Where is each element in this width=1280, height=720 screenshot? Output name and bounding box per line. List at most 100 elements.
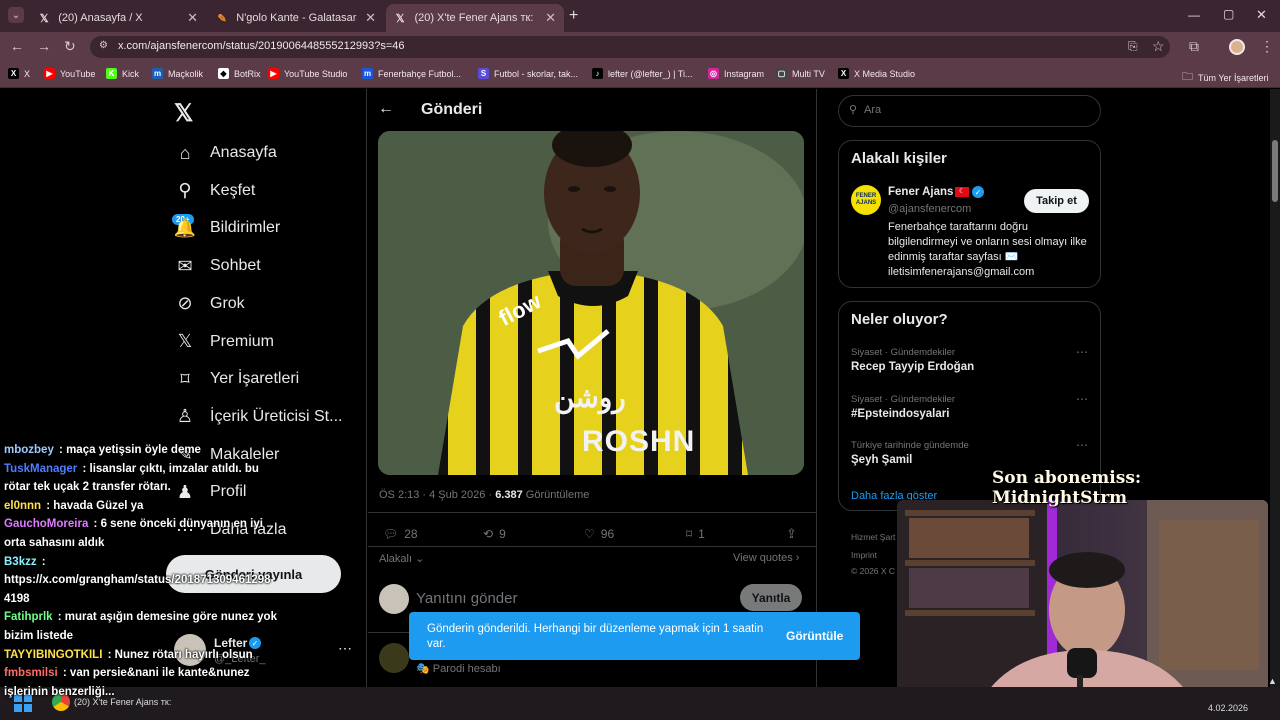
chat-text: van persie&nani ile kante&nunez xyxy=(69,667,250,680)
bookmark-item[interactable]: m Fenerbahçe Futbol... xyxy=(362,68,461,79)
maximize-icon[interactable]: ▢ xyxy=(1223,7,1234,21)
trend-item[interactable]: Şeyh Şamil xyxy=(851,454,912,466)
bookmark-item[interactable]: ♪ lefter (@lefter_) | Ti... xyxy=(592,68,693,79)
bookmark-item[interactable]: XX xyxy=(8,68,30,79)
bookmark-icon: S xyxy=(478,68,489,79)
scrollbar-thumb[interactable] xyxy=(1272,140,1278,202)
forward-icon[interactable]: → xyxy=(37,38,51,54)
bookmark-item[interactable]: ◎ Instagram xyxy=(708,68,764,79)
toast-text: Gönderin gönderildi. Herhangi bir düzenl… xyxy=(427,623,764,650)
chat-username: Fatihprlk xyxy=(4,611,53,624)
nav-item-6[interactable]: ⌑ Yer İşaretleri xyxy=(174,368,299,390)
tab-anasayfa[interactable]: 𝕏 (20) Anasayfa / X ✕ xyxy=(30,4,206,32)
reply-input[interactable]: Yanıtını gönder xyxy=(416,590,517,607)
trend-more-icon[interactable]: ⋯ xyxy=(1076,438,1088,452)
trend-more-icon[interactable]: ⋯ xyxy=(1076,345,1088,359)
bookmark-item[interactable]: S Futbol - skorlar, tak... xyxy=(478,68,578,79)
bookmark-icon: ◆ xyxy=(218,68,229,79)
site-info-icon[interactable]: ⚙ xyxy=(99,40,108,51)
reply-avatar xyxy=(379,584,409,614)
reply-button[interactable]: Yanıtla xyxy=(740,584,802,611)
nav-item-1[interactable]: ⚲ Keşfet xyxy=(174,180,255,202)
view-quotes-link[interactable]: View quotes › xyxy=(733,552,799,564)
footer-copyright: © 2026 X C xyxy=(851,566,896,576)
bookmark-icon: ▶ xyxy=(44,68,55,79)
bell-icon: 🔔 xyxy=(173,217,197,238)
nav-item-0[interactable]: ⌂ Anasayfa xyxy=(174,142,277,164)
bookmark-item[interactable]: ▶ YouTube Studio xyxy=(268,68,347,79)
chat-text: 4198 xyxy=(4,592,30,605)
back-arrow-icon[interactable]: ← xyxy=(378,100,394,118)
like-action[interactable]: ♡ 96 xyxy=(584,527,614,541)
nav-item-3[interactable]: ✉ Sohbet xyxy=(174,255,260,277)
bookmark-star-icon[interactable]: ☆ xyxy=(1152,38,1165,55)
chat-separator: : xyxy=(43,499,54,512)
taskbar-tray-icon[interactable]: ▲ xyxy=(1268,676,1277,686)
nav-item-7[interactable]: ♙ İçerik Üreticisi St... xyxy=(174,406,343,428)
repost-action[interactable]: ⟲ 9 xyxy=(483,527,506,541)
install-app-icon[interactable]: ⎘ xyxy=(1128,39,1138,54)
profile-icon: ♟ xyxy=(176,481,194,502)
close-tab-icon[interactable]: ✕ xyxy=(545,10,556,26)
close-tab-icon[interactable]: ✕ xyxy=(365,10,376,26)
follow-button[interactable]: Takip et xyxy=(1024,189,1089,213)
tab-fener-ajans[interactable]: 𝕏 (20) X'te Fener Ajans тк: "Ertan ✕ xyxy=(386,4,564,32)
chat-separator: : xyxy=(79,462,90,475)
sort-dropdown[interactable]: Alakalı ⌄ xyxy=(379,552,424,565)
all-bookmarks[interactable]: 🗀 Tüm Yer İşaretleri xyxy=(1182,68,1269,87)
fener-ajans-avatar[interactable]: FENER AJANS xyxy=(851,185,881,215)
bookmark-icon: ♪ xyxy=(592,68,603,79)
new-tab-button[interactable]: + xyxy=(569,7,578,25)
tab-search-icon[interactable]: ⌄ xyxy=(8,7,24,23)
divider xyxy=(368,546,816,547)
bookmark-icon: ▶ xyxy=(268,68,279,79)
chat-username: TAYYIBINGOTKILI xyxy=(4,648,103,661)
bookmark-action[interactable]: ⌑ 1 xyxy=(686,527,705,541)
account-more-icon[interactable]: ⋯ xyxy=(338,640,352,657)
turkey-flag-icon: ☾ xyxy=(955,187,969,197)
trend-item[interactable]: #Epsteindosyalari xyxy=(851,408,949,420)
chat-message: mbozbey : maça yetişsin öyle deme xyxy=(4,441,201,459)
footer-imprint[interactable]: Imprint xyxy=(851,550,877,560)
footer-terms[interactable]: Hizmet Şart xyxy=(851,532,895,542)
close-tab-icon[interactable]: ✕ xyxy=(187,10,198,26)
nav-item-label: Profil xyxy=(210,483,247,501)
nav-item-4[interactable]: ⊘ Grok xyxy=(174,293,244,315)
close-window-icon[interactable]: ✕ xyxy=(1256,7,1267,23)
toast-view-button[interactable]: Görüntüle xyxy=(786,629,843,643)
bookmark-label: Instagram xyxy=(724,68,765,79)
bookmark-icon: ⌑ xyxy=(686,527,693,541)
chat-username: mbozbey xyxy=(4,444,54,456)
tab-kante[interactable]: ✎ N'golo Kante - Galatasaray Söz ✕ xyxy=(208,4,384,32)
relevant-name[interactable]: Fener Ajans xyxy=(888,186,953,198)
profile-avatar-icon[interactable] xyxy=(1229,39,1245,55)
chat-text: lisanslar çıktı, imzalar atıldı. bu xyxy=(89,462,259,475)
x-logo-icon[interactable]: 𝕏 xyxy=(174,99,193,128)
bookmark-item[interactable]: ▶ YouTube xyxy=(44,68,95,79)
back-icon[interactable]: ← xyxy=(10,38,24,54)
trend-more-icon[interactable]: ⋯ xyxy=(1076,392,1088,406)
nav-item-2[interactable]: 🔔 Bildirimler xyxy=(174,217,280,239)
bookmark-item[interactable]: m Maçkolik xyxy=(152,68,203,79)
bookmark-item[interactable]: K Kick xyxy=(106,68,139,79)
reply-action[interactable]: 💬︎ 28 xyxy=(383,527,418,541)
bookmark-item[interactable]: X X Media Studio xyxy=(838,68,915,79)
trend-item[interactable]: Recep Tayyip Erdoğan xyxy=(851,361,974,373)
share-icon[interactable]: ⇪ xyxy=(786,526,797,542)
post-image[interactable]: flow روشن ROSHN xyxy=(378,131,804,475)
bookmark-item[interactable]: ▢ Multi TV xyxy=(776,68,825,79)
nav-item-label: Anasayfa xyxy=(210,144,277,161)
nav-item-5[interactable]: 𝕏 Premium xyxy=(174,331,274,353)
nav-item-9[interactable]: ♟ Profil xyxy=(174,481,247,503)
extensions-icon[interactable]: ⧉ xyxy=(1189,38,1199,55)
bookmark-label: YouTube xyxy=(60,68,96,79)
minimize-icon[interactable]: — xyxy=(1188,8,1200,22)
chat-message: orta sahasını aldık xyxy=(4,534,104,552)
search-input[interactable]: Ara xyxy=(864,104,881,116)
bookmark-icon: ▢ xyxy=(776,68,787,79)
reload-icon[interactable]: ↻ xyxy=(64,38,76,55)
folder-icon: 🗀 xyxy=(1182,71,1193,83)
bookmark-item[interactable]: ◆ BotRix xyxy=(218,68,261,79)
repost-icon: ⟲ xyxy=(483,527,494,541)
menu-icon[interactable]: ⋮ xyxy=(1260,38,1274,55)
